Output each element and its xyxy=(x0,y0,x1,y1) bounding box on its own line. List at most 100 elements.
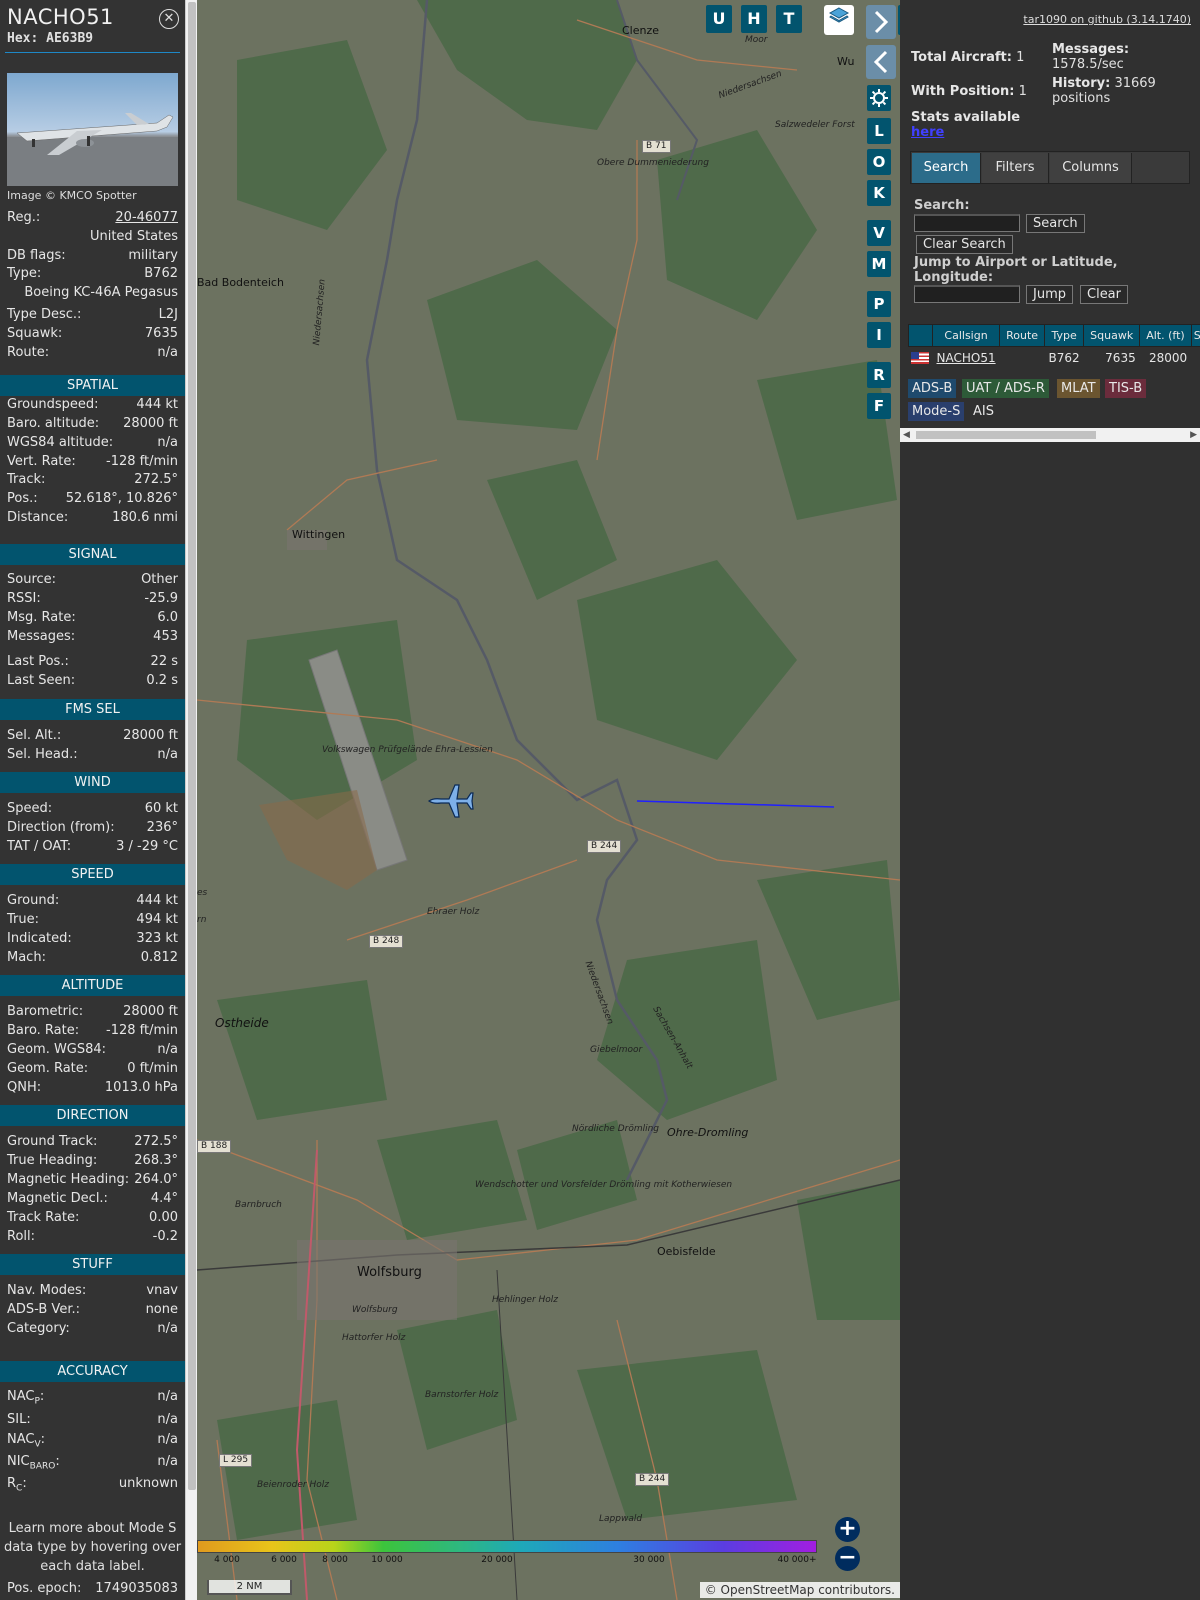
signal-row: Messages: 453 xyxy=(7,629,178,644)
toggle-button-k[interactable]: K xyxy=(867,180,891,206)
place-label: Wolfsburg xyxy=(352,1305,398,1315)
zoom-out-button[interactable]: − xyxy=(835,1546,860,1571)
section-stuff: STUFF xyxy=(0,1254,185,1275)
callsign-cell[interactable]: NACHO51 xyxy=(933,347,1000,369)
column-header-callsign[interactable]: Callsign xyxy=(931,324,1001,347)
type-row: Type: B762 xyxy=(7,266,178,281)
altitude-row: Barometric: 28000 ft xyxy=(7,1004,178,1019)
section-altitude: ALTITUDE xyxy=(0,975,185,996)
registration-link[interactable]: 20-46077 xyxy=(115,210,178,225)
jump-button[interactable]: Jump xyxy=(1026,285,1073,304)
flag-cell xyxy=(909,347,933,369)
road-shield: B 71 xyxy=(642,140,671,153)
db-flags-row: DB flags: military xyxy=(7,248,178,263)
column-header-altitude[interactable]: Alt. (ft) xyxy=(1139,324,1192,347)
place-label: Wolfsburg xyxy=(357,1265,422,1280)
gear-icon xyxy=(870,89,888,107)
settings-button[interactable] xyxy=(867,85,891,111)
toggle-button-m[interactable]: M xyxy=(867,251,891,277)
toggle-button-f[interactable]: F xyxy=(867,393,891,419)
toggle-button-r[interactable]: R xyxy=(867,362,891,388)
version-link[interactable]: tar1090 on github (3.14.1740) xyxy=(1023,13,1191,26)
speed-cell xyxy=(1191,347,1200,369)
toggle-button-i[interactable]: I xyxy=(867,322,891,348)
toggle-button-v[interactable]: V xyxy=(867,220,891,246)
column-header-squawk[interactable]: Squawk xyxy=(1083,324,1141,347)
scroll-left-icon[interactable]: ◀ xyxy=(903,428,910,442)
clear-jump-button[interactable]: Clear xyxy=(1080,285,1128,304)
section-spatial: SPATIAL xyxy=(0,375,185,396)
spatial-row: Groundspeed: 444 kt xyxy=(7,397,178,412)
aircraft-photo[interactable] xyxy=(7,73,178,186)
stats-available: Stats available here xyxy=(911,110,1021,140)
learn-more-text: Learn more about Mode S data type by hov… xyxy=(3,1521,182,1574)
chevron-right-icon xyxy=(874,10,889,34)
info-panel-scrollbar[interactable] xyxy=(185,0,197,1600)
epoch-row: Pos. epoch: 1749035083 xyxy=(7,1581,178,1596)
toggle-button-h[interactable]: H xyxy=(741,5,767,33)
toggle-button-u[interactable]: U xyxy=(706,5,732,33)
altitude-row: Baro. Rate: -128 ft/min xyxy=(7,1023,178,1038)
map[interactable]: Clenze Bad Bodenteich Wittingen Wolfsbur… xyxy=(197,0,900,1600)
source-modes: Mode-S xyxy=(908,402,965,421)
stats-link[interactable]: here xyxy=(911,125,944,140)
registration-row: Reg.: 20-46077 xyxy=(7,210,178,225)
scrollbar-thumb[interactable] xyxy=(916,431,1096,439)
collapse-left-button[interactable] xyxy=(866,45,896,79)
altitude-tick: 10 000 xyxy=(371,1555,403,1565)
column-header-route[interactable]: Route xyxy=(999,324,1046,347)
source-uat: UAT / ADS-R xyxy=(962,379,1049,398)
table-horizontal-scrollbar[interactable]: ◀ ▶ xyxy=(900,428,1200,442)
tab-search[interactable]: Search xyxy=(912,153,981,183)
tab-bar: Search Filters Columns xyxy=(910,151,1190,184)
search-input[interactable] xyxy=(914,214,1020,232)
clear-search-button[interactable]: Clear Search xyxy=(916,235,1013,254)
expand-right-button[interactable] xyxy=(866,5,896,39)
signal-row: Last Pos.: 22 s xyxy=(7,654,178,669)
column-header-type[interactable]: Type xyxy=(1044,324,1085,347)
aircraft-info-panel: NACHO51 ✕ Hex: AE63B9 Image © KMCO Spott… xyxy=(0,0,185,1600)
column-header-speed[interactable]: Sp xyxy=(1190,324,1200,347)
section-fms: FMS SEL xyxy=(0,699,185,720)
hex-code: Hex: AE63B9 xyxy=(7,31,94,46)
jump-label: Jump to Airport or Latitude, Longitude: xyxy=(914,255,1118,285)
selected-callsign: NACHO51 xyxy=(7,5,114,29)
tab-columns[interactable]: Columns xyxy=(1050,153,1132,183)
route-row: Route: n/a xyxy=(7,345,178,360)
place-label: Beienroder Holz xyxy=(257,1480,329,1490)
toggle-button-t[interactable]: T xyxy=(776,5,802,33)
column-header-flag[interactable] xyxy=(908,324,933,347)
route-cell xyxy=(1000,347,1045,369)
place-label: Ehraer Holz xyxy=(427,907,480,917)
altitude-row: QNH: 1013.0 hPa xyxy=(7,1080,178,1095)
altitude-tick: 20 000 xyxy=(481,1555,513,1565)
altitude-cell: 28000 xyxy=(1149,350,1188,365)
altitude-tick: 40 000+ xyxy=(777,1555,817,1565)
toggle-button-l[interactable]: L xyxy=(867,118,891,144)
scroll-right-icon[interactable]: ▶ xyxy=(1190,428,1197,442)
speed-row: Indicated: 323 kt xyxy=(7,931,178,946)
toggle-button-o[interactable]: O xyxy=(867,149,891,175)
place-label: Volkswagen Prüfgelände Ehra-Lessien xyxy=(322,745,493,755)
map-attribution[interactable]: © OpenStreetMap contributors. xyxy=(699,1582,900,1598)
close-icon[interactable]: ✕ xyxy=(159,9,179,29)
stuff-row: Category: n/a xyxy=(7,1321,178,1336)
layers-button[interactable] xyxy=(824,5,854,35)
messages-stat: Messages: 1578.5/sec xyxy=(1052,42,1130,72)
search-button[interactable]: Search xyxy=(1026,214,1085,233)
tab-filters[interactable]: Filters xyxy=(982,153,1049,183)
jump-input[interactable] xyxy=(914,285,1020,303)
table-row[interactable]: NACHO51 B762 7635 28000 xyxy=(909,347,1200,369)
zoom-in-button[interactable]: + xyxy=(835,1517,860,1542)
scrollbar-thumb[interactable] xyxy=(188,2,196,1490)
scale-line: 2 NM xyxy=(207,1580,292,1595)
with-position: With Position: 1 xyxy=(911,84,1027,99)
history-stat: History: 31669 positions xyxy=(1052,76,1156,106)
toggle-button-p[interactable]: P xyxy=(867,291,891,317)
section-accuracy: ACCURACY xyxy=(0,1361,185,1382)
aircraft-icon[interactable] xyxy=(427,781,475,821)
place-label: Hattorfer Holz xyxy=(342,1333,406,1343)
altitude-row: Geom. WGS84: n/a xyxy=(7,1042,178,1057)
place-label: Ostheide xyxy=(215,1016,269,1030)
section-direction: DIRECTION xyxy=(0,1105,185,1126)
